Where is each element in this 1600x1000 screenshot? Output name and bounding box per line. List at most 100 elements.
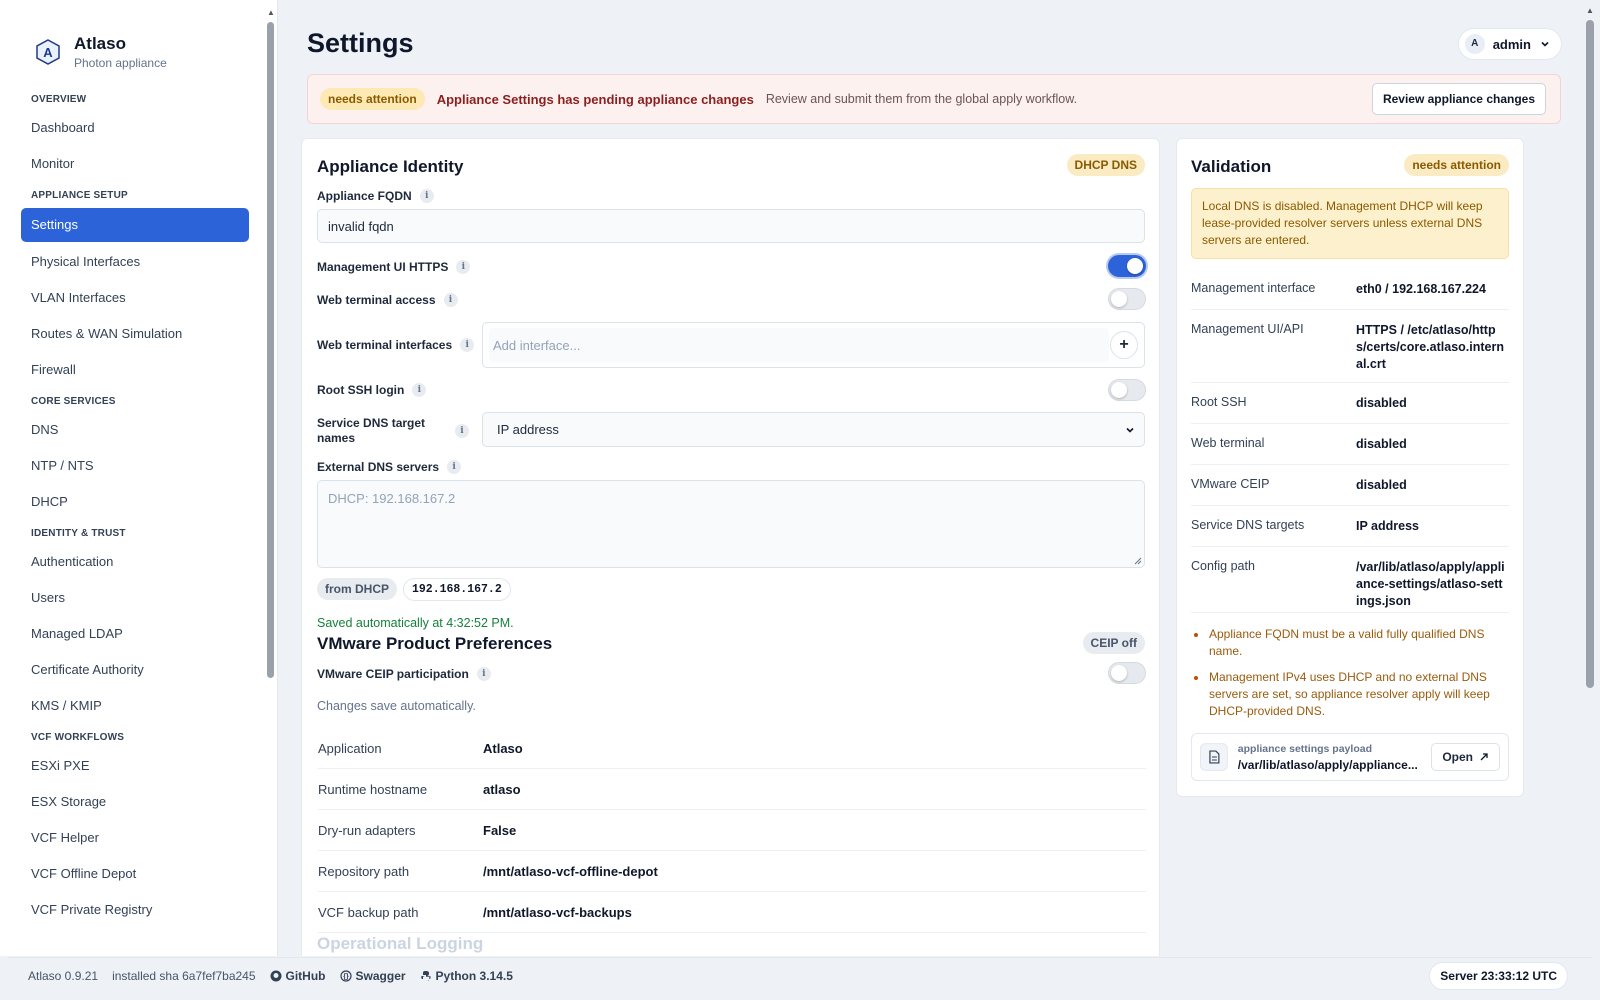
web-terminal-label-text: Web terminal access	[317, 293, 436, 307]
sidebar-item-dashboard[interactable]: Dashboard	[21, 110, 249, 146]
page-title: Settings	[307, 28, 414, 58]
root-ssh-label-text: Root SSH login	[317, 383, 405, 397]
alert-text: Review and submit them from the global a…	[765, 92, 1078, 106]
info-icon[interactable]: i	[460, 338, 475, 352]
status-footer: Atlaso 0.9.21 installed sha 6a7fef7ba245…	[8, 957, 1592, 993]
sidebar-item-esx-storage[interactable]: ESX Storage	[21, 784, 249, 820]
open-payload-button[interactable]: Open	[1431, 743, 1500, 771]
page-scrollbar[interactable]	[1586, 20, 1594, 688]
info-icon[interactable]: i	[447, 460, 462, 474]
info-icon[interactable]: i	[455, 424, 469, 438]
dns-target-value: IP address	[497, 422, 559, 437]
validation-issues: Appliance FQDN must be a valid fully qua…	[1191, 626, 1509, 729]
github-link[interactable]: GitHub	[270, 969, 326, 983]
validation-value: IP address	[1356, 519, 1420, 533]
page-scroll-up-icon[interactable]: ▲	[1586, 6, 1594, 15]
detail-key: Repository path	[318, 863, 410, 879]
sidebar-item-settings[interactable]: Settings	[21, 208, 249, 242]
sidebar-item-routes-wan-simulation[interactable]: Routes & WAN Simulation	[21, 316, 249, 352]
detail-value: atlaso	[483, 781, 521, 797]
github-label: GitHub	[285, 968, 326, 983]
validation-key: Management interface	[1191, 281, 1316, 295]
web-terminal-label: Web terminal access i	[317, 293, 458, 307]
fqdn-input[interactable]: invalid fqdn	[317, 209, 1145, 243]
sidebar-item-esxi-pxe[interactable]: ESXi PXE	[21, 748, 249, 784]
dns-target-select[interactable]: IP address	[482, 412, 1145, 447]
swagger-link[interactable]: {} Swagger	[339, 968, 406, 983]
autosave-note: Changes save automatically.	[317, 699, 476, 713]
review-changes-button[interactable]: Review appliance changes	[1371, 83, 1546, 115]
ext-dns-placeholder: DHCP: 192.168.167.2	[328, 491, 456, 506]
nav-section-heading: OVERVIEW	[31, 94, 87, 105]
sidebar-item-managed-ldap[interactable]: Managed LDAP	[21, 616, 249, 652]
sidebar-item-certificate-authority[interactable]: Certificate Authority	[21, 652, 249, 688]
detail-row: Application Atlaso	[318, 728, 1146, 769]
detail-value: /mnt/atlaso-vcf-backups	[483, 904, 632, 920]
sidebar-item-firewall[interactable]: Firewall	[21, 352, 249, 388]
sidebar-item-authentication[interactable]: Authentication	[21, 544, 249, 580]
dns-mode-badge: DHCP DNS	[1066, 154, 1145, 176]
bullet-icon	[1194, 676, 1198, 680]
sidebar-item-vcf-helper[interactable]: VCF Helper	[21, 820, 249, 856]
sidebar-item-monitor[interactable]: Monitor	[21, 146, 249, 182]
info-icon[interactable]: i	[412, 383, 427, 397]
detail-key: Dry-run adapters	[318, 822, 416, 838]
scroll-up-arrow-icon[interactable]: ▲	[267, 8, 275, 17]
validation-row: Service DNS targets IP address	[1191, 506, 1509, 547]
ext-dns-textarea[interactable]: DHCP: 192.168.167.2	[317, 480, 1145, 568]
fqdn-label-text: Appliance FQDN	[317, 189, 412, 203]
avatar: A	[1464, 34, 1485, 54]
sidebar-nav: OVERVIEW Dashboard Monitor APPLIANCE SETUP S…	[0, 72, 277, 928]
dns-ip-chip: 192.168.167.2	[403, 578, 511, 601]
issue-text: Appliance FQDN must be a valid fully qua…	[1209, 627, 1485, 658]
sidebar-item-ntp-nts[interactable]: NTP / NTS	[21, 448, 249, 484]
sidebar-item-dns[interactable]: DNS	[21, 412, 249, 448]
validation-value: HTTPS / /etc/atlaso/https/certs/core.atl…	[1356, 323, 1504, 371]
detail-row: VCF backup path/mnt/atlaso-vcf-backups	[318, 892, 1146, 933]
validation-key: Management UI/API	[1191, 322, 1304, 336]
sidebar-item-vcf-offline-depot[interactable]: VCF Offline Depot	[21, 856, 249, 892]
sidebar-item-dhcp[interactable]: DHCP	[21, 484, 249, 520]
detail-row: Dry-run adapters False	[318, 810, 1146, 851]
nav-section-heading: VCF WORKFLOWS	[31, 732, 125, 743]
https-toggle[interactable]	[1108, 255, 1146, 277]
validation-title: Validation	[1191, 157, 1272, 176]
python-link[interactable]: Python 3.14.5	[420, 969, 513, 983]
brand[interactable]: A Atlaso Photon appliance	[0, 0, 277, 72]
validation-key: Root SSH	[1191, 395, 1247, 409]
root-ssh-toggle[interactable]	[1108, 379, 1146, 401]
brand-name: Atlaso	[74, 34, 126, 53]
interface-input[interactable]: Add interface...	[489, 328, 1109, 362]
sidebar-item-vlan-interfaces[interactable]: VLAN Interfaces	[21, 280, 249, 316]
validation-value: disabled	[1356, 478, 1407, 492]
root-ssh-label: Root SSH login i	[317, 383, 427, 397]
user-name: admin	[1492, 36, 1531, 52]
resize-handle-icon[interactable]	[1134, 557, 1142, 565]
add-interface-button[interactable]: +	[1110, 331, 1138, 359]
python-icon	[420, 970, 431, 981]
detail-key: Application	[318, 740, 382, 756]
sidebar-item-kms-kmip[interactable]: KMS / KMIP	[21, 688, 249, 724]
ceip-toggle[interactable]	[1108, 662, 1146, 684]
web-terminal-toggle[interactable]	[1108, 288, 1146, 310]
sidebar-scrollbar[interactable]	[267, 22, 274, 678]
info-icon[interactable]: i	[443, 293, 458, 307]
sidebar-item-vcf-private-registry[interactable]: VCF Private Registry	[21, 892, 249, 928]
sidebar-item-users[interactable]: Users	[21, 580, 249, 616]
validation-value: disabled	[1356, 437, 1407, 451]
web-interfaces-label-text: Web terminal interfaces	[317, 338, 453, 352]
nav-section-heading: CORE SERVICES	[31, 396, 116, 407]
info-icon[interactable]: i	[419, 189, 434, 203]
https-label: Management UI HTTPS i	[317, 260, 471, 274]
sidebar-item-physical-interfaces[interactable]: Physical Interfaces	[21, 244, 249, 280]
info-icon[interactable]: i	[476, 667, 491, 681]
user-menu[interactable]: A admin	[1457, 28, 1562, 60]
validation-key: Config path	[1191, 559, 1255, 573]
swagger-label: Swagger	[355, 968, 406, 983]
validation-row: Root SSH disabled	[1191, 383, 1509, 424]
external-link-icon	[1480, 753, 1488, 761]
detail-row: Runtime hostname atlaso	[318, 769, 1146, 810]
validation-value: eth0 / 192.168.167.224	[1356, 282, 1486, 296]
chevron-down-icon	[1126, 427, 1134, 433]
info-icon[interactable]: i	[456, 260, 471, 274]
